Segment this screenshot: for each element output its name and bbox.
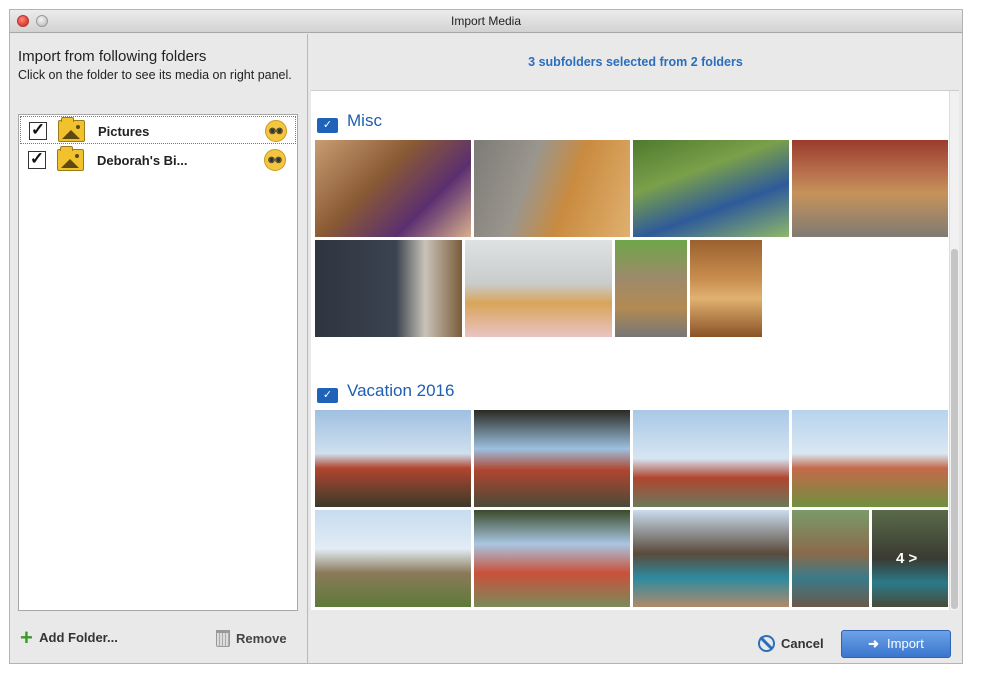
- cancel-icon: [758, 635, 775, 652]
- cancel-label: Cancel: [781, 636, 824, 651]
- folder-checkbox-pictures[interactable]: ✓: [29, 121, 47, 140]
- binoculars-icon[interactable]: ◉◉: [264, 149, 286, 171]
- plus-icon: +: [20, 625, 33, 650]
- arrow-right-icon: ➜: [868, 636, 880, 651]
- photo-thumbnail[interactable]: [632, 139, 790, 238]
- folder-label: Deborah's Bi...: [97, 153, 188, 168]
- scrollbar-thumb[interactable]: [951, 249, 958, 609]
- folder-row-pictures[interactable]: ✓ Pictures ◉◉: [20, 116, 296, 144]
- photo-thumbnail[interactable]: [791, 509, 870, 608]
- media-scrollbar[interactable]: [949, 91, 959, 610]
- folders-instructions: Click on the folder to see its media on …: [18, 68, 292, 82]
- section-label: Misc: [347, 111, 382, 130]
- media-panel-container: 3 subfolders selected from 2 folders ✓ Mi…: [309, 34, 962, 663]
- folder-list: ✓ Pictures ◉◉ ✓ Deborah's Bi... ◉◉: [18, 114, 298, 611]
- photo-thumbnail[interactable]: [689, 239, 763, 338]
- folder-label: Pictures: [98, 124, 150, 139]
- remove-button[interactable]: Remove: [216, 630, 287, 647]
- photo-thumbnail[interactable]: [314, 239, 463, 338]
- media-panel: ✓ Misc ✓ Vacation 2016 4 >: [311, 90, 959, 610]
- add-folder-button[interactable]: + Add Folder...: [20, 625, 118, 650]
- folder-check-icon: ✓: [317, 118, 338, 133]
- photo-thumbnail[interactable]: [791, 139, 949, 238]
- selection-summary: 3 subfolders selected from 2 folders: [528, 55, 743, 69]
- photo-thumbnail[interactable]: [473, 139, 631, 238]
- binoculars-icon[interactable]: ◉◉: [265, 120, 287, 142]
- trash-icon: [216, 630, 230, 647]
- more-photos-label[interactable]: 4 >: [896, 550, 917, 567]
- window-title: Import Media: [450, 14, 522, 28]
- section-title-misc[interactable]: ✓ Misc: [317, 111, 382, 133]
- photo-thumbnail[interactable]: [314, 409, 472, 508]
- photo-thumbnail[interactable]: [632, 509, 790, 608]
- import-media-window: Import Media Import from following folde…: [9, 9, 963, 664]
- photo-thumbnail[interactable]: [314, 139, 472, 238]
- section-label: Vacation 2016: [347, 381, 455, 400]
- add-folder-label: Add Folder...: [39, 630, 118, 645]
- image-folder-icon: [57, 146, 84, 171]
- import-button[interactable]: ➜ Import: [841, 630, 951, 658]
- folders-heading: Import from following folders: [18, 48, 207, 65]
- folders-panel: Import from following folders Click on t…: [10, 34, 308, 663]
- photo-thumbnail[interactable]: [473, 409, 631, 508]
- section-title-vacation-2016[interactable]: ✓ Vacation 2016: [317, 381, 454, 403]
- photo-thumbnail[interactable]: [473, 509, 631, 608]
- photo-thumbnail[interactable]: [614, 239, 688, 338]
- photo-thumbnail[interactable]: [632, 409, 790, 508]
- cancel-button[interactable]: Cancel: [758, 635, 824, 652]
- folder-checkbox-deborahs[interactable]: ✓: [28, 150, 46, 169]
- folder-check-icon: ✓: [317, 388, 338, 403]
- remove-label: Remove: [236, 631, 287, 646]
- photo-thumbnail[interactable]: 4 >: [871, 509, 949, 608]
- photo-thumbnail[interactable]: [314, 509, 472, 608]
- photo-thumbnail[interactable]: [464, 239, 613, 338]
- title-bar: Import Media: [10, 10, 962, 33]
- folder-row-deborahs[interactable]: ✓ Deborah's Bi... ◉◉: [20, 146, 296, 174]
- photo-thumbnail[interactable]: [791, 409, 949, 508]
- import-label: Import: [887, 636, 924, 651]
- image-folder-icon: [58, 117, 85, 142]
